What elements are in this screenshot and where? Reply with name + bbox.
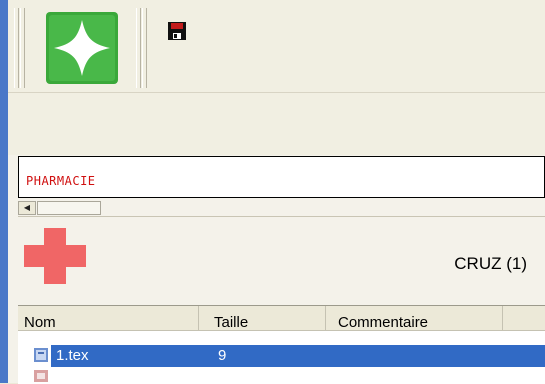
title-field-text: PHARMACIE [26, 174, 96, 188]
file-icon [34, 370, 48, 382]
section-header: CRUZ (1) [18, 217, 545, 311]
table-row[interactable]: 1.tex 9 [18, 345, 545, 367]
floppy-disk-icon [168, 22, 186, 40]
file-list-header: Nom Taille Commentaire [18, 306, 545, 331]
title-field[interactable]: PHARMACIE [18, 156, 545, 198]
toolbar-separator [142, 8, 147, 88]
red-cross-icon [24, 228, 86, 284]
horizontal-scrollbar[interactable]: ◀ [18, 199, 545, 217]
file-icon [34, 348, 48, 362]
column-header-comment[interactable]: Commentaire [326, 306, 503, 331]
scroll-thumb[interactable] [37, 201, 101, 215]
toolbar-grip[interactable] [20, 8, 25, 88]
column-header-name[interactable]: Nom [18, 306, 199, 331]
save-button[interactable] [166, 20, 188, 42]
toolbar [8, 0, 545, 93]
toolbar-separator [136, 8, 141, 88]
row-size: 9 [218, 347, 227, 364]
toolbar-grip[interactable] [14, 8, 19, 88]
row-name: 1.tex [56, 347, 89, 364]
main-action-button[interactable] [46, 12, 118, 84]
column-header-size[interactable]: Taille [199, 306, 326, 331]
file-list: Nom Taille Commentaire 1.tex 9 [18, 305, 545, 384]
section-title: CRUZ (1) [454, 254, 527, 273]
scroll-left-button[interactable]: ◀ [18, 201, 36, 215]
toolbar-empty-area [8, 93, 545, 155]
selection-highlight [51, 345, 545, 367]
green-compass-star-icon [46, 12, 118, 84]
